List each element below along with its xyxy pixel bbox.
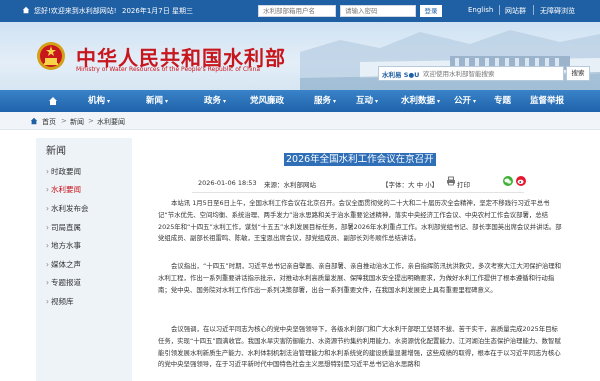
- breadcrumb-home[interactable]: 首页: [42, 117, 56, 127]
- sidebar-item-label: 媒体之声: [51, 260, 81, 269]
- current-date: 2026年1月7日 星期三: [122, 7, 193, 15]
- nav-item-integrity[interactable]: 党风廉政: [250, 90, 284, 112]
- login-button[interactable]: 登录: [420, 5, 442, 17]
- national-emblem-icon: [37, 42, 65, 70]
- breadcrumb-separator: >: [88, 117, 94, 125]
- sidebar-item-label: 水利要闻: [51, 185, 81, 194]
- sidebar-item-press-conference[interactable]: › 水利发布会: [36, 202, 132, 216]
- site-subtitle: Ministry of Water Resources of the Peopl…: [76, 66, 261, 73]
- chevron-right-icon: ›: [46, 278, 49, 287]
- nav-item-label: 党风廉政: [250, 96, 285, 106]
- main-nav: 机构 ▾ 新闻 ▾ 政务 ▾ 党风廉政 服务 ▾ 互动 ▾ 水利数据 ▾ 公开 ▾ 专题 监督…: [0, 90, 600, 112]
- nav-item-label: 监督举报: [530, 96, 565, 106]
- nav-item-government-affairs[interactable]: 政务 ▾: [204, 90, 226, 112]
- article-title: 2026年全国水利工作会议在京召开: [284, 153, 436, 166]
- sidebar-item-label: 时政要闻: [51, 167, 81, 176]
- chevron-right-icon: ›: [46, 297, 49, 306]
- article-paragraph: 本站讯 1月5日至6日上午，全国水利工作会议在北京召开。会议全面贯彻党的二十大和…: [158, 199, 562, 243]
- nav-item-organization[interactable]: 机构 ▾: [88, 90, 110, 112]
- search-input[interactable]: [423, 69, 561, 79]
- sidebar-item-special-reports[interactable]: › 专题报道: [36, 276, 132, 290]
- nav-item-label: 互动: [356, 96, 374, 106]
- nav-item-label: 专题: [494, 96, 512, 106]
- nav-item-label: 水利数据: [401, 96, 436, 106]
- article-source: 来源：水利部网站: [264, 181, 316, 189]
- meta-divider: [192, 192, 524, 193]
- nav-item-label: 新闻: [146, 96, 164, 106]
- chevron-right-icon: ›: [46, 185, 49, 194]
- mailbox-username-input[interactable]: 水利部部箱用户名: [258, 5, 336, 17]
- chevron-right-icon: ›: [46, 167, 49, 176]
- site-group-link[interactable]: 网站群: [505, 6, 526, 16]
- chevron-down-icon: ▾: [333, 98, 337, 105]
- home-icon[interactable]: [48, 96, 58, 106]
- sidebar-item-bureaus[interactable]: › 司局直属: [36, 221, 132, 235]
- sidebar-item-video-library[interactable]: › 视频库: [36, 295, 132, 309]
- top-bar: 您好!欢迎来到水利部网站! 2026年1月7日 星期三 水利部部箱用户名 请输入…: [0, 0, 600, 22]
- search-button[interactable]: 搜索: [566, 66, 590, 81]
- divider: [499, 5, 500, 15]
- weibo-icon[interactable]: [516, 176, 526, 186]
- nav-item-label: 机构: [88, 96, 106, 106]
- nav-item-water-data[interactable]: 水利数据 ▾: [401, 90, 440, 112]
- nav-item-report[interactable]: 监督举报: [530, 90, 564, 112]
- article-panel: 2026年全国水利工作会议在京召开 2026-01-06 18:53 来源：水利…: [146, 138, 568, 381]
- sidebar-item-political-news[interactable]: › 时政要闻: [36, 165, 132, 179]
- breadcrumb: 首页 > 新闻 > 水利要闻: [0, 112, 600, 130]
- divider: [533, 5, 534, 15]
- sidebar-item-water-news[interactable]: › 水利要闻: [36, 183, 132, 197]
- welcome-text: 您好!欢迎来到水利部网站!: [34, 7, 117, 15]
- header-banner: 中华人民共和国水利部 Ministry of Water Resources o…: [0, 22, 600, 90]
- chevron-right-icon: ›: [46, 260, 49, 269]
- sidebar-item-label: 司局直属: [51, 223, 81, 232]
- chevron-down-icon: ▾: [223, 98, 227, 105]
- article-paragraph: 会议指出，“十四五”时期，习近平总书记亲自擘画、亲自部署、亲自推动治水工作，亲自…: [158, 262, 562, 294]
- sidebar-item-label: 水利发布会: [51, 204, 89, 213]
- nav-item-interaction[interactable]: 互动 ▾: [356, 90, 378, 112]
- breadcrumb-water-news[interactable]: 水利要闻: [97, 117, 125, 127]
- chevron-down-icon: ▾: [375, 98, 379, 105]
- sidebar-title: 新闻: [46, 146, 66, 157]
- print-label[interactable]: 打印: [457, 179, 470, 189]
- chevron-down-icon: ▾: [165, 98, 169, 105]
- search-logo: 水利易 S●U: [382, 71, 420, 79]
- chevron-right-icon: ›: [46, 223, 49, 232]
- nav-item-disclosure[interactable]: 公开 ▾: [454, 90, 476, 112]
- sidebar: 新闻 › 时政要闻 › 水利要闻 › 水利发布会 › 司局直属 › 地方水事 › 媒体之声 …: [36, 138, 132, 381]
- home-icon: [30, 117, 38, 125]
- breadcrumb-news[interactable]: 新闻: [70, 117, 84, 127]
- sidebar-item-local-affairs[interactable]: › 地方水事: [36, 239, 132, 253]
- search-box: 水利易 S●U: [378, 66, 564, 81]
- chevron-right-icon: ›: [46, 241, 49, 250]
- article-paragraph: 会议强调，在以习近平同志为核心的党中央坚强领导下，各级水利部门和广大水利干部职工…: [158, 325, 561, 369]
- password-input[interactable]: 请输入密码: [340, 5, 416, 17]
- nav-item-news[interactable]: 新闻 ▾: [146, 90, 168, 112]
- chevron-down-icon: ▾: [437, 98, 441, 105]
- print-icon[interactable]: [446, 176, 456, 186]
- nav-item-topics[interactable]: 专题: [494, 90, 511, 112]
- publish-datetime: 2026-01-06 18:53: [198, 179, 257, 187]
- sidebar-item-label: 地方水事: [51, 241, 81, 250]
- nav-item-label: 政务: [204, 96, 222, 106]
- wechat-icon[interactable]: [503, 176, 513, 186]
- breadcrumb-separator: >: [61, 117, 67, 125]
- chevron-down-icon: ▾: [107, 98, 111, 105]
- english-link[interactable]: English: [468, 6, 493, 14]
- chevron-right-icon: ›: [46, 204, 49, 213]
- accessibility-link[interactable]: 无障碍浏览: [540, 6, 575, 16]
- font-size-control[interactable]: 【字体：大 中 小】: [382, 179, 438, 189]
- sidebar-item-label: 视频库: [51, 297, 74, 306]
- home-icon: [22, 6, 30, 14]
- chevron-down-icon: ▾: [473, 98, 477, 105]
- nav-item-service[interactable]: 服务 ▾: [314, 90, 336, 112]
- nav-item-label: 服务: [314, 96, 332, 106]
- sidebar-item-label: 专题报道: [51, 278, 81, 287]
- nav-item-label: 公开: [454, 96, 472, 106]
- sidebar-item-media[interactable]: › 媒体之声: [36, 258, 132, 272]
